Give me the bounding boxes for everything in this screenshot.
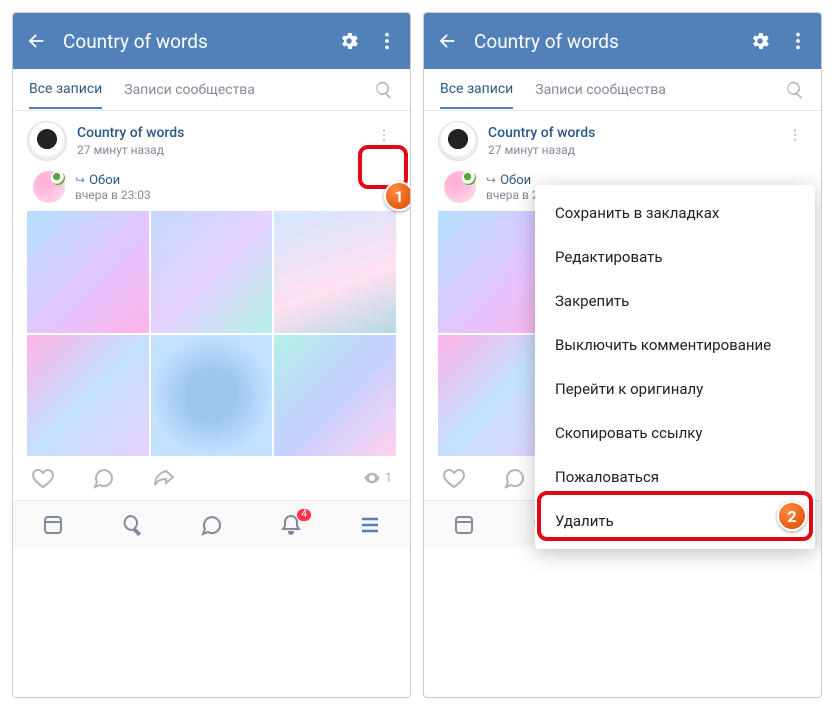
app-header: Country of words — [424, 13, 821, 69]
post-header: Country of words 27 минут назад — [27, 121, 396, 161]
wall-tabs: Все записи Записи сообщества — [13, 69, 410, 111]
tab-community-posts[interactable]: Записи сообщества — [535, 82, 666, 108]
post-author[interactable]: Country of words — [488, 125, 595, 141]
like-icon[interactable] — [31, 466, 55, 490]
share-icon[interactable] — [151, 466, 177, 490]
post-actions: 1 — [13, 456, 410, 500]
gear-icon[interactable] — [338, 30, 360, 52]
nav-news-icon[interactable] — [452, 513, 476, 537]
nav-messages-icon[interactable] — [199, 513, 223, 537]
annotation-number-2: 2 — [777, 501, 807, 531]
nav-menu-icon[interactable] — [358, 513, 382, 537]
page-title: Country of words — [63, 30, 322, 53]
avatar[interactable] — [438, 121, 478, 161]
nav-search-icon[interactable] — [120, 513, 144, 537]
photo-grid[interactable] — [27, 211, 396, 456]
wall-post: Country of words 27 минут назад ↪ Обои вч… — [13, 111, 410, 456]
post-context-menu: Сохранить в закладках Редактировать Закр… — [535, 185, 815, 549]
repost-source[interactable]: Обои — [500, 173, 531, 188]
post-timestamp: 27 минут назад — [488, 143, 595, 157]
post-timestamp: 27 минут назад — [77, 143, 184, 157]
photo-tile[interactable] — [27, 335, 149, 457]
search-icon[interactable] — [374, 80, 394, 100]
gear-icon[interactable] — [749, 30, 771, 52]
photo-tile[interactable] — [151, 211, 273, 333]
post-menu-button[interactable] — [372, 123, 396, 147]
post-menu-button[interactable] — [783, 123, 807, 147]
like-icon[interactable] — [442, 466, 466, 490]
annotation-number-1: 1 — [384, 181, 411, 211]
back-icon[interactable] — [436, 30, 458, 52]
menu-pin[interactable]: Закрепить — [535, 279, 815, 323]
repost-avatar[interactable] — [444, 171, 476, 203]
menu-comments-off[interactable]: Выключить комментирование — [535, 323, 815, 367]
menu-bookmark[interactable]: Сохранить в закладках — [535, 191, 815, 235]
bottom-nav: 4 — [13, 500, 410, 548]
app-header: Country of words — [13, 13, 410, 69]
photo-tile[interactable] — [274, 335, 396, 457]
comment-icon[interactable] — [502, 466, 526, 490]
more-vert-icon[interactable] — [787, 30, 809, 52]
tab-community-posts[interactable]: Записи сообщества — [124, 82, 255, 108]
post-header: Country of words 27 минут назад — [438, 121, 807, 161]
wall-tabs: Все записи Записи сообщества — [424, 69, 821, 111]
search-icon[interactable] — [785, 80, 805, 100]
notif-badge: 4 — [297, 509, 311, 521]
repost-header: ↪ Обои вчера в 23:03 — [33, 171, 396, 203]
menu-delete[interactable]: Удалить — [535, 499, 815, 543]
repost-icon: ↪ — [486, 173, 496, 187]
menu-go-original[interactable]: Перейти к оригиналу — [535, 367, 815, 411]
more-vert-icon[interactable] — [376, 30, 398, 52]
repost-icon: ↪ — [75, 173, 85, 187]
screen-right: Country of words Все записи Записи сообщ… — [423, 12, 822, 698]
menu-copy-link[interactable]: Скопировать ссылку — [535, 411, 815, 455]
page-title: Country of words — [474, 30, 733, 53]
post-author[interactable]: Country of words — [77, 125, 184, 141]
avatar[interactable] — [27, 121, 67, 161]
back-icon[interactable] — [25, 30, 47, 52]
menu-edit[interactable]: Редактировать — [535, 235, 815, 279]
photo-tile[interactable] — [274, 211, 396, 333]
photo-tile[interactable] — [27, 211, 149, 333]
nav-notifications-icon[interactable]: 4 — [279, 513, 303, 537]
comment-icon[interactable] — [91, 466, 115, 490]
screen-left: Country of words Все записи Записи сообщ… — [12, 12, 411, 698]
view-count: 1 — [363, 469, 392, 487]
tab-all-posts[interactable]: Все записи — [29, 81, 102, 109]
repost-timestamp: вчера в 23:03 — [75, 188, 151, 202]
repost-source[interactable]: Обои — [89, 173, 120, 188]
repost-avatar[interactable] — [33, 171, 65, 203]
tab-all-posts[interactable]: Все записи — [440, 81, 513, 109]
menu-report[interactable]: Пожаловаться — [535, 455, 815, 499]
nav-news-icon[interactable] — [41, 513, 65, 537]
photo-tile[interactable] — [151, 335, 273, 457]
